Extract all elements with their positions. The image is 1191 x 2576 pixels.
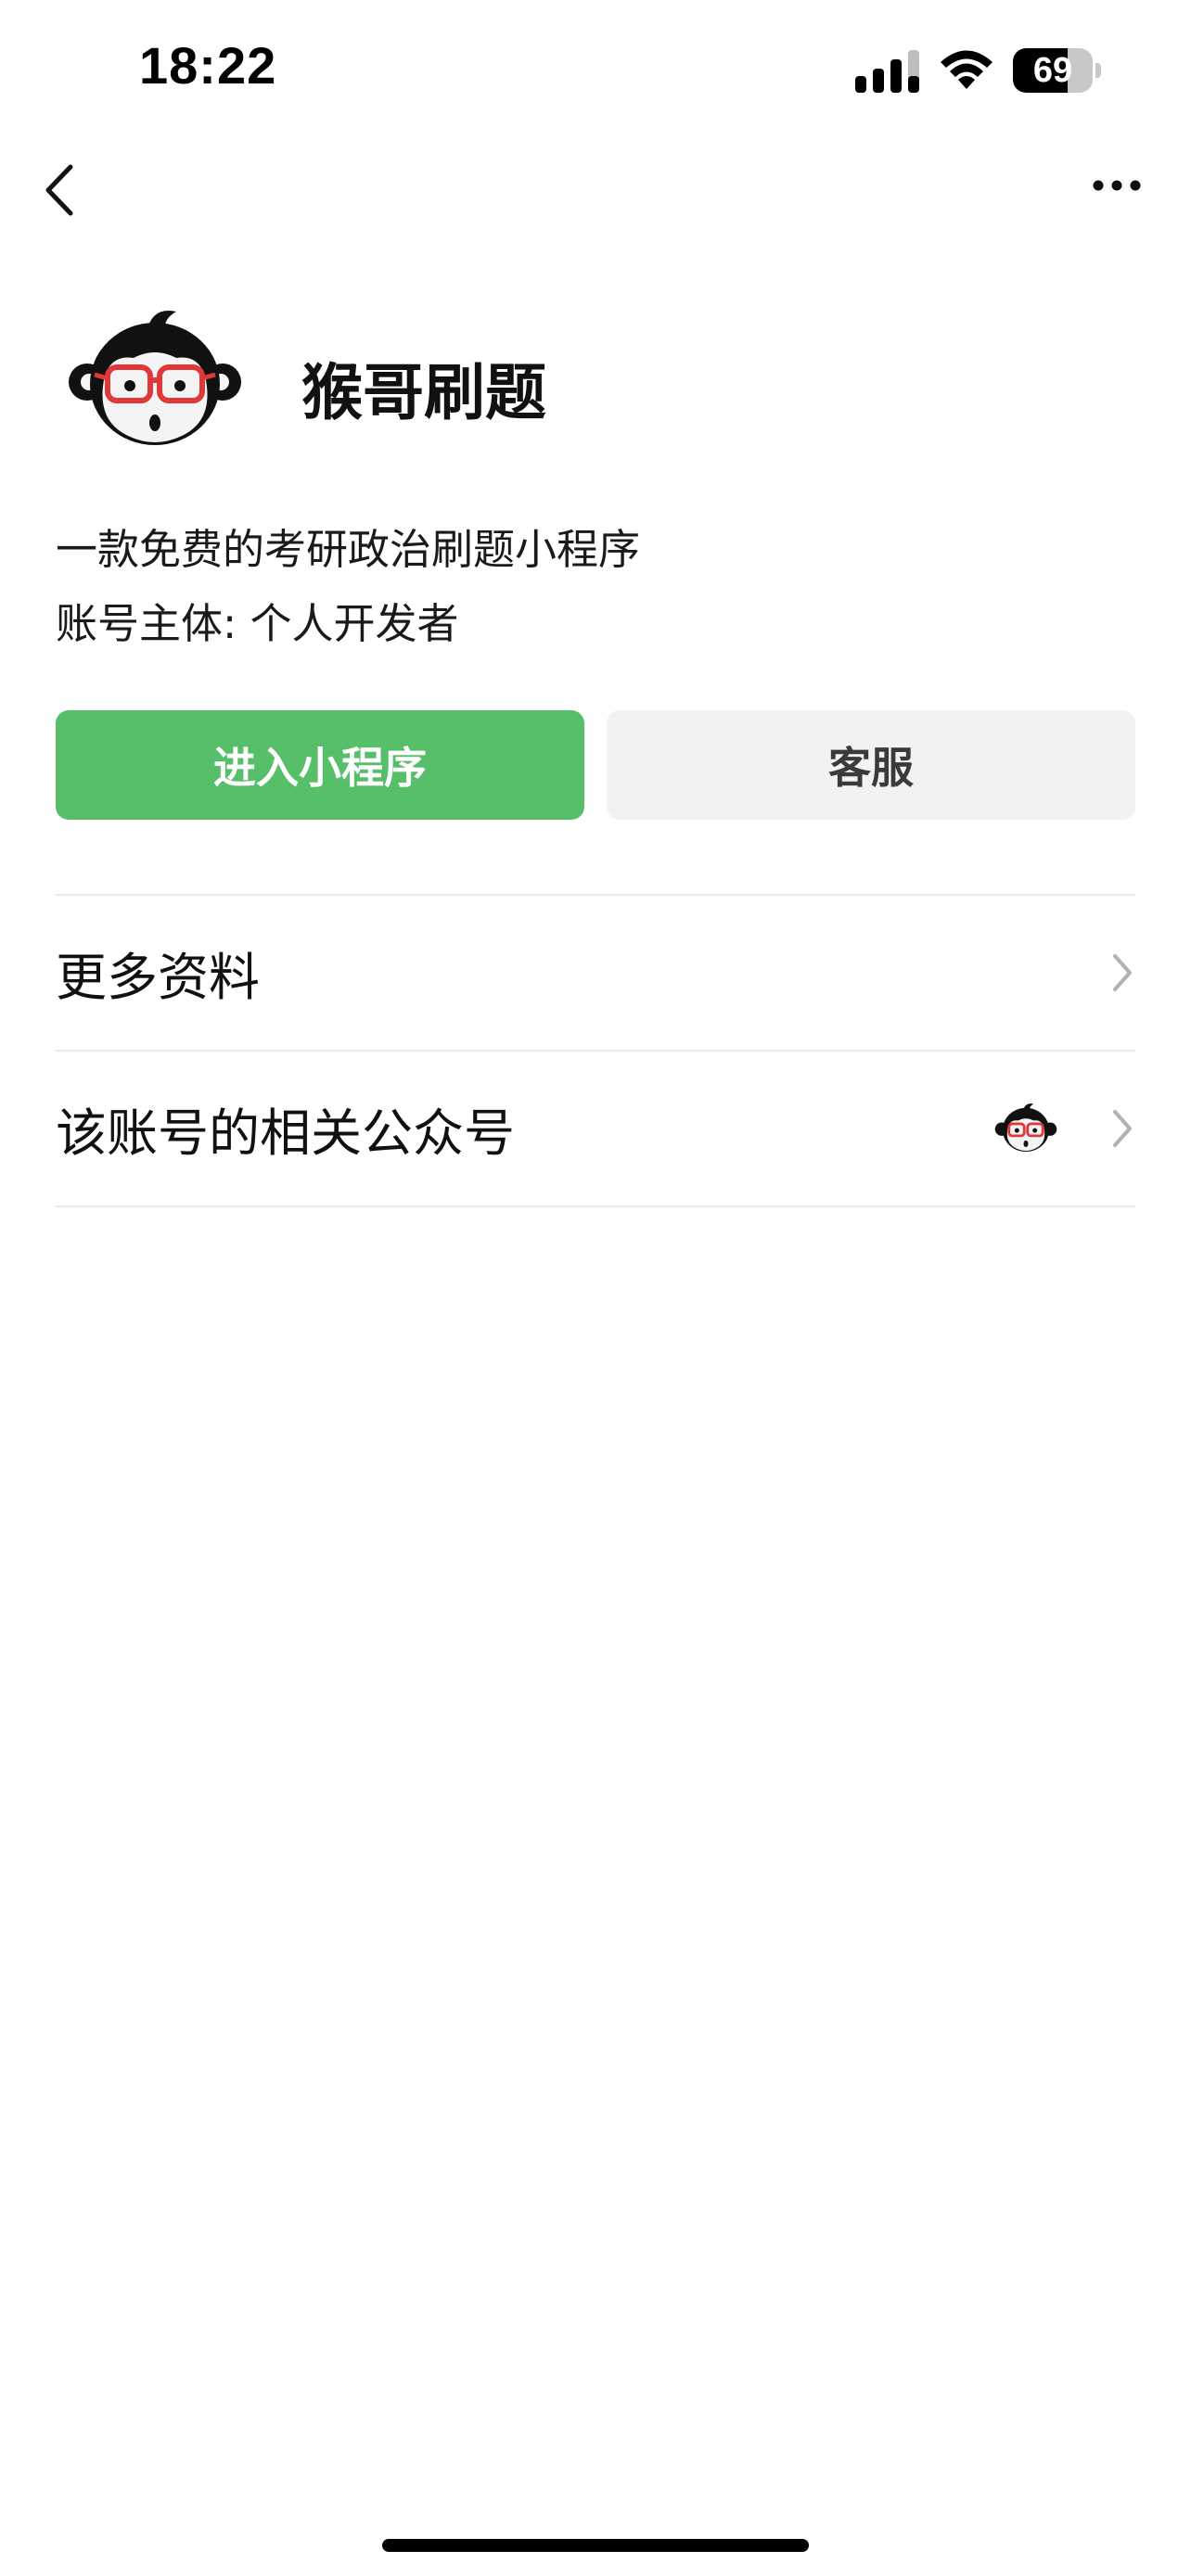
divider [56, 1205, 1135, 1207]
status-time: 18:22 [139, 36, 277, 95]
monkey-logo-icon [69, 310, 241, 445]
list-item-more-info[interactable]: 更多资料 [56, 896, 1135, 1050]
list-item-related-official-account[interactable]: 该账号的相关公众号 [56, 1052, 1135, 1205]
chevron-right-icon [1113, 1110, 1132, 1147]
customer-service-button[interactable]: 客服 [607, 710, 1135, 820]
battery-cap [1095, 63, 1101, 78]
chevron-left-icon[interactable] [37, 158, 83, 223]
status-bar: 18:22 69 [0, 0, 1191, 139]
app-name: 猴哥刷题 [301, 357, 546, 428]
chevron-right-icon [1113, 954, 1132, 991]
account-owner: 账号主体: 个人开发者 [56, 599, 459, 648]
signal-icon [855, 50, 919, 93]
more-dots-icon[interactable] [1091, 167, 1143, 204]
app-description: 一款免费的考研政治刷题小程序 [56, 525, 641, 574]
home-indicator[interactable] [382, 2539, 809, 2552]
monkey-logo-icon [994, 1103, 1057, 1153]
battery-percentage: 69 [1032, 51, 1073, 90]
wifi-icon [941, 50, 992, 89]
list-item-label: 该账号的相关公众号 [56, 1103, 516, 1163]
battery-body: 69 [1013, 48, 1093, 93]
battery-icon: 69 [1013, 48, 1102, 93]
list-item-label: 更多资料 [56, 948, 261, 1007]
mini-program-profile-screen: 18:22 69 猴哥刷题 一款免费的考研政治刷题小程序 账号主体: 个人开发者… [0, 0, 1191, 2576]
enter-mini-program-button[interactable]: 进入小程序 [56, 710, 584, 820]
